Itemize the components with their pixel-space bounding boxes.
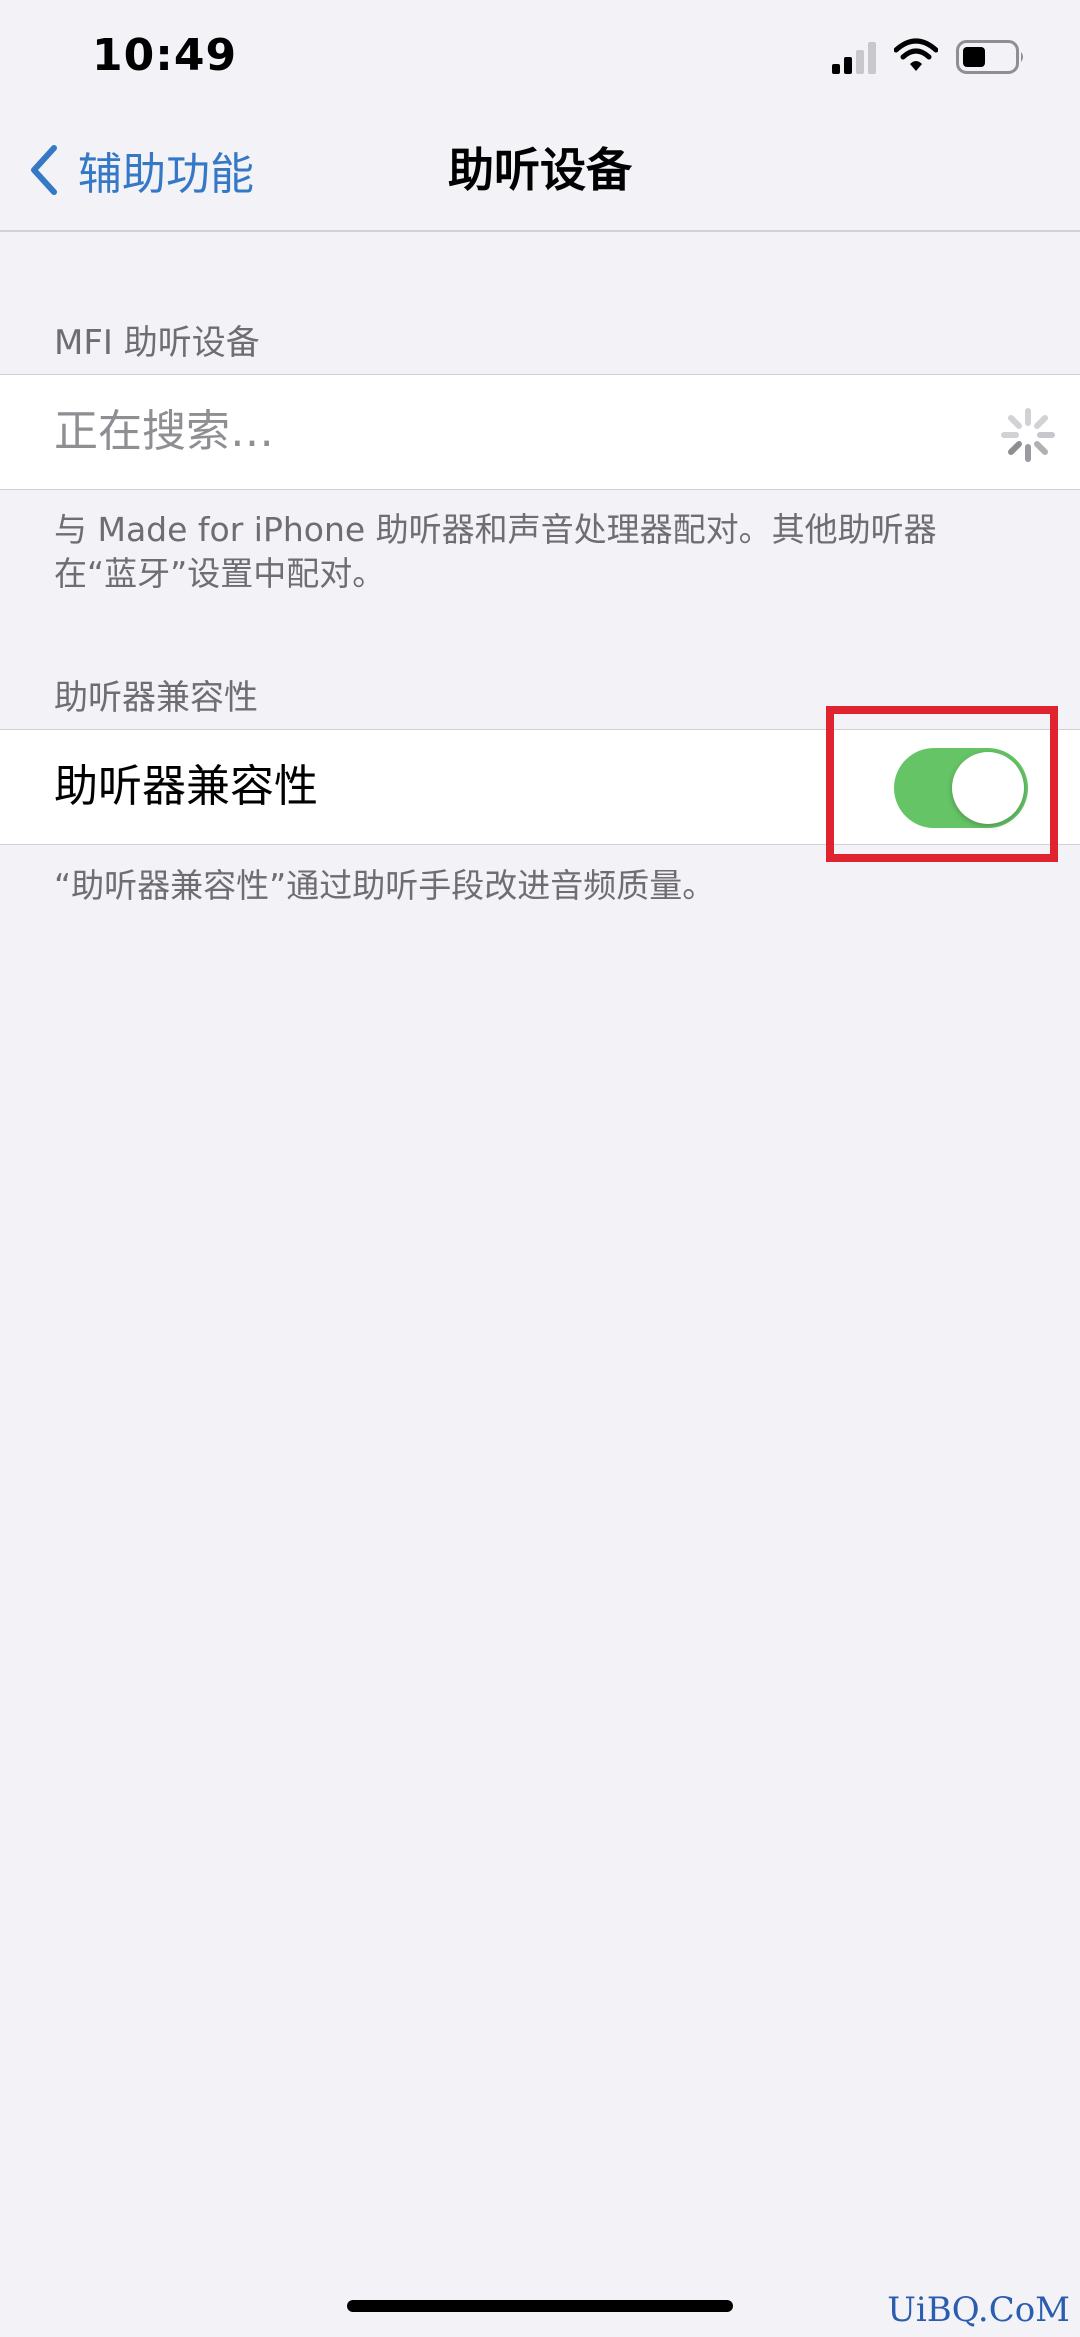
nav-bar: 助听设备 辅助功能: [0, 110, 1080, 232]
compat-section-header: 助听器兼容性: [54, 678, 258, 718]
signal-icon: [832, 42, 876, 74]
searching-label: 正在搜索…: [54, 406, 274, 457]
compat-row-label: 助听器兼容性: [54, 761, 318, 812]
home-indicator[interactable]: [347, 2300, 733, 2312]
compat-section-footer: “助听器兼容性”通过助听手段改进音频质量。: [54, 866, 716, 905]
searching-row: 正在搜索…: [0, 375, 1080, 489]
spinner-icon: [1001, 408, 1055, 462]
wifi-icon: [894, 38, 938, 71]
mfi-device-group: 正在搜索…: [0, 374, 1080, 490]
mfi-section-header: MFI 助听设备: [54, 323, 260, 363]
back-button[interactable]: 辅助功能: [28, 140, 254, 200]
chevron-left-icon: [31, 145, 57, 195]
highlight-box: [826, 706, 1058, 862]
back-label: 辅助功能: [78, 149, 254, 200]
status-time: 10:49: [92, 30, 238, 81]
status-bar: 10:49: [0, 0, 1080, 110]
mfi-section-footer: 与 Made for iPhone 助听器和声音处理器配对。其他助听器在“蓝牙”…: [54, 510, 937, 593]
watermark: UiBQ.CoM: [887, 2290, 1070, 2330]
battery-icon: [956, 40, 1023, 74]
